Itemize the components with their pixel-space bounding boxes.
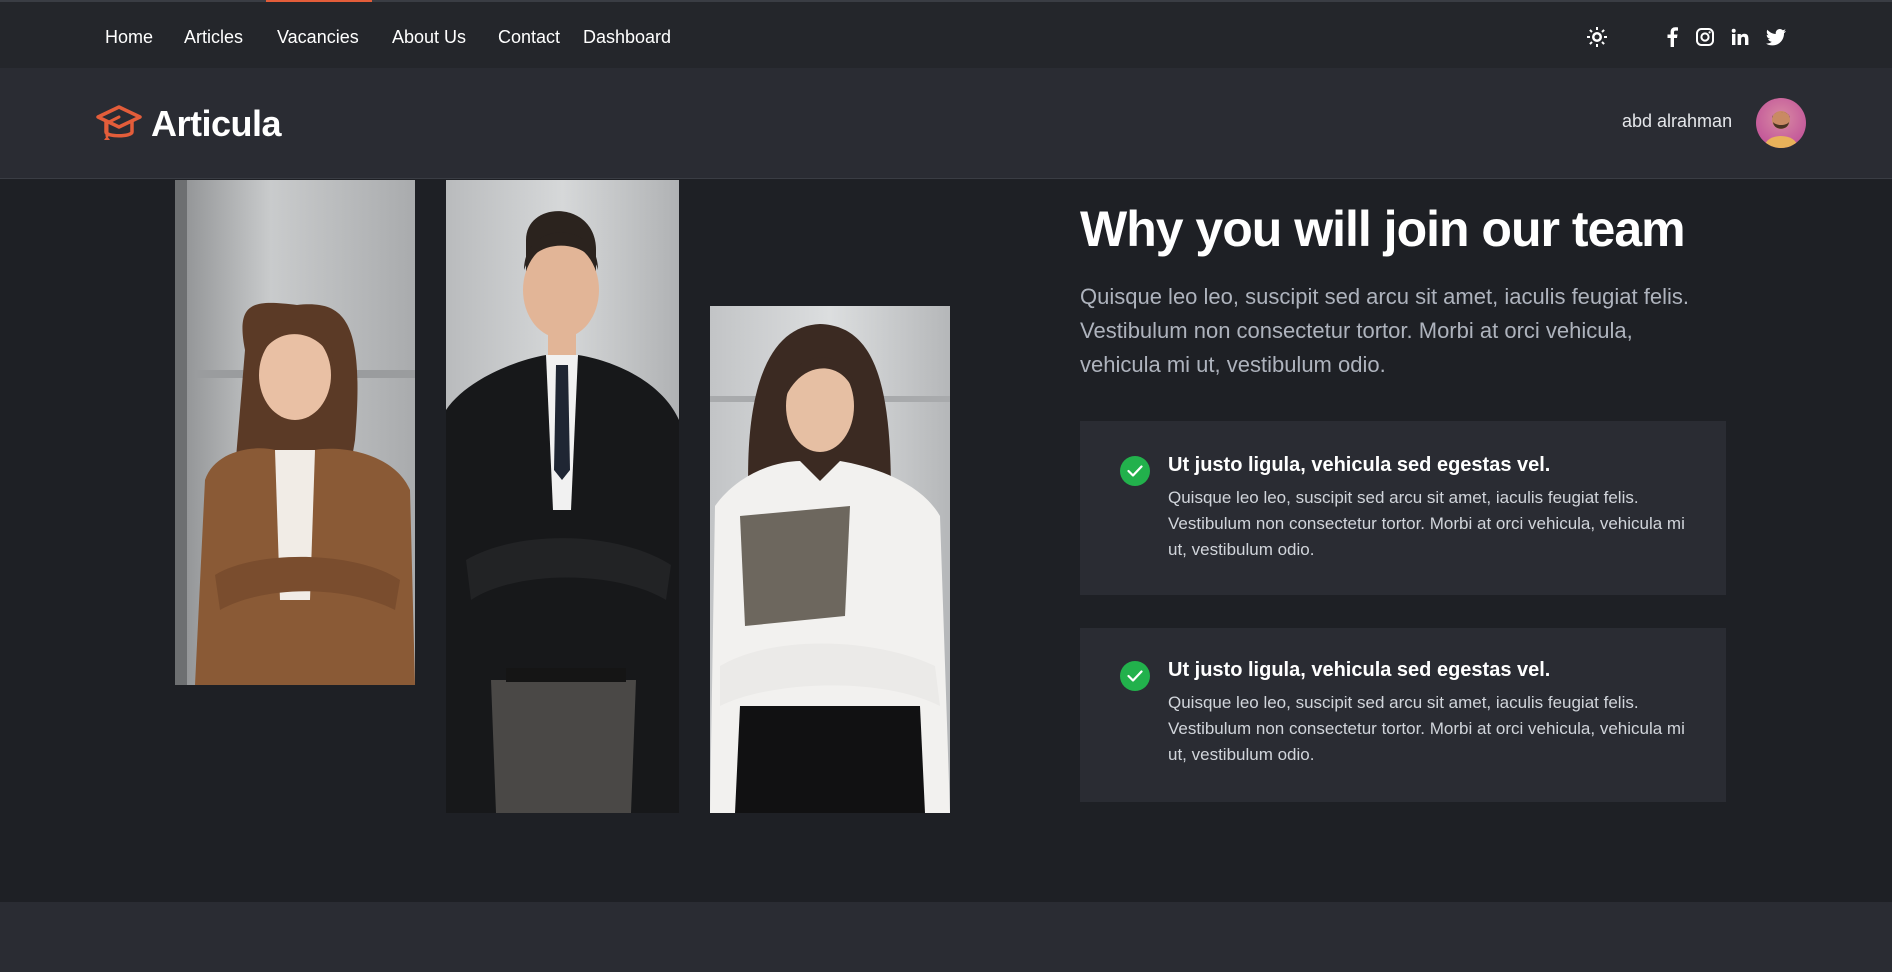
- top-nav-bar: Home Articles Vacancies About Us Contact…: [0, 0, 1892, 68]
- nav-active-indicator: [266, 0, 372, 2]
- team-photo-woman-white-shirt: [710, 306, 950, 813]
- nav-dashboard[interactable]: Dashboard: [583, 26, 671, 48]
- feature-description: Quisque leo leo, suscipit sed arcu sit a…: [1168, 488, 1685, 559]
- page-title: Why you will join our team: [1080, 201, 1686, 257]
- check-circle-icon: [1120, 661, 1150, 691]
- nav-articles[interactable]: Articles: [184, 26, 243, 48]
- feature-description: Quisque leo leo, suscipit sed arcu sit a…: [1168, 693, 1685, 764]
- feature-title: Ut justo ligula, vehicula sed egestas ve…: [1168, 454, 1551, 476]
- nav-contact[interactable]: Contact: [498, 26, 560, 48]
- feature-card: Ut justo ligula, vehicula sed egestas ve…: [1080, 421, 1726, 595]
- team-photo-woman-brown-blazer: [175, 180, 415, 685]
- sun-icon[interactable]: [1586, 26, 1608, 48]
- feature-title: Ut justo ligula, vehicula sed egestas ve…: [1168, 659, 1551, 681]
- team-photo-man-black-suit: [446, 180, 679, 813]
- graduation-cap-icon[interactable]: [96, 104, 142, 146]
- twitter-icon[interactable]: [1765, 26, 1787, 48]
- site-header: Articula abd alrahman: [0, 68, 1892, 179]
- nav-about-us[interactable]: About Us: [392, 26, 466, 48]
- user-name[interactable]: abd alrahman: [1622, 111, 1732, 132]
- intro-text: Quisque leo leo, suscipit sed arcu sit a…: [1080, 284, 1689, 377]
- check-circle-icon: [1120, 456, 1150, 486]
- facebook-icon[interactable]: [1661, 26, 1683, 48]
- nav-vacancies[interactable]: Vacancies: [277, 26, 359, 48]
- instagram-icon[interactable]: [1694, 26, 1716, 48]
- footer-section: [0, 902, 1892, 972]
- feature-card: Ut justo ligula, vehicula sed egestas ve…: [1080, 628, 1726, 802]
- avatar[interactable]: [1756, 98, 1806, 148]
- nav-home[interactable]: Home: [105, 26, 153, 48]
- brand-name[interactable]: Articula: [151, 103, 282, 145]
- linkedin-icon[interactable]: [1729, 26, 1751, 48]
